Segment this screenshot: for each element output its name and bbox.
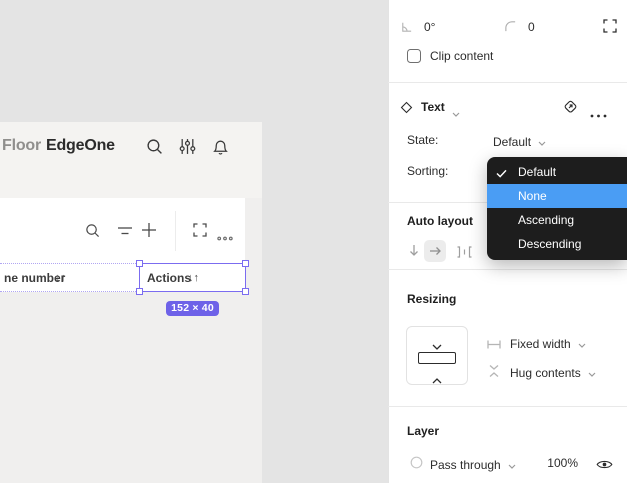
layer-title: Layer: [407, 424, 440, 438]
chevron-down-icon[interactable]: [452, 104, 460, 122]
search-icon[interactable]: [146, 138, 163, 160]
sorting-menu: Default None Ascending Descending: [487, 157, 627, 260]
blend-mode-dropdown[interactable]: Pass through: [430, 456, 516, 474]
rotation-input[interactable]: 0°: [424, 20, 435, 34]
app-brand[interactable]: Floor EdgeOne: [2, 137, 115, 155]
menu-item-ascending[interactable]: Ascending: [487, 208, 627, 232]
expand-icon[interactable]: [193, 223, 207, 242]
hug-contents-icon: [488, 364, 500, 383]
table-search-icon[interactable]: [85, 223, 100, 243]
chevron-up-icon[interactable]: [431, 371, 443, 389]
width-mode-dropdown[interactable]: Fixed width: [510, 335, 586, 353]
figma-editor: Floor EdgeOne ne number ↓↑ Actions ↓↑ 15…: [0, 0, 627, 483]
selection-box[interactable]: [136, 260, 249, 295]
styles-tag-icon[interactable]: [562, 98, 579, 120]
menu-item-default[interactable]: Default: [487, 160, 627, 184]
chevron-down-icon: [578, 335, 586, 353]
state-dropdown[interactable]: Default: [493, 133, 546, 151]
arrow-right-icon: [429, 247, 441, 255]
rotation-icon: [400, 20, 413, 38]
corner-radius-icon: [504, 20, 517, 38]
menu-item-descending[interactable]: Descending: [487, 232, 627, 256]
state-value: Default: [493, 135, 532, 149]
selection-handle-sw[interactable]: [136, 288, 143, 295]
toolbar-divider: [175, 211, 176, 251]
state-label: State:: [407, 133, 439, 147]
opacity-input[interactable]: 100%: [540, 456, 578, 470]
selection-handle-ne[interactable]: [242, 260, 249, 267]
clip-content-checkbox[interactable]: [407, 49, 421, 63]
more-options-icon[interactable]: [590, 105, 607, 123]
layout-vertical-icon[interactable]: [408, 244, 420, 262]
auto-layout-title: Auto layout: [407, 214, 473, 228]
selection-guide-bottom: [0, 291, 140, 292]
resizing-widget-rect[interactable]: [418, 352, 456, 364]
design-frame-header[interactable]: [0, 122, 262, 198]
chevron-down-icon: [588, 364, 596, 382]
corner-radius-input[interactable]: 0: [528, 20, 535, 34]
selection-handle-se[interactable]: [242, 288, 249, 295]
panel-divider: [388, 269, 627, 270]
component-icon: [400, 101, 413, 119]
sort-icon[interactable]: ↓↑: [55, 271, 66, 285]
blend-mode-icon: [410, 456, 423, 474]
independent-corners-icon[interactable]: [603, 19, 617, 38]
chevron-down-icon: [508, 456, 516, 474]
selection-handle-nw[interactable]: [136, 260, 143, 267]
layout-horizontal-button[interactable]: [424, 240, 446, 262]
more-icon[interactable]: [217, 228, 233, 246]
menu-item-none[interactable]: None: [487, 184, 627, 208]
blend-mode-value: Pass through: [430, 458, 501, 472]
size-badge: 152 × 40: [166, 301, 219, 316]
height-mode-dropdown[interactable]: Hug contents: [510, 364, 596, 382]
width-mode-value: Fixed width: [510, 337, 571, 351]
gap-spacing-icon[interactable]: [456, 245, 473, 263]
sorting-label: Sorting:: [407, 164, 449, 178]
table-filter-icon[interactable]: [118, 224, 132, 242]
resizing-title: Resizing: [407, 292, 457, 306]
chevron-down-icon: [538, 133, 546, 151]
brand-prefix: Floor: [2, 137, 41, 154]
height-mode-value: Hug contents: [510, 366, 581, 380]
filters-icon[interactable]: [179, 138, 196, 160]
check-icon: [496, 167, 507, 181]
visibility-eye-icon[interactable]: [596, 457, 613, 475]
add-icon[interactable]: [142, 223, 156, 242]
selection-guide-top: [0, 263, 140, 264]
panel-divider: [388, 82, 627, 83]
clip-content-label[interactable]: Clip content: [430, 49, 493, 63]
panel-divider: [388, 406, 627, 407]
fixed-width-icon: [487, 337, 501, 355]
brand-name: EdgeOne: [46, 137, 115, 154]
notifications-icon[interactable]: [212, 138, 229, 160]
component-name[interactable]: Text: [421, 100, 445, 114]
